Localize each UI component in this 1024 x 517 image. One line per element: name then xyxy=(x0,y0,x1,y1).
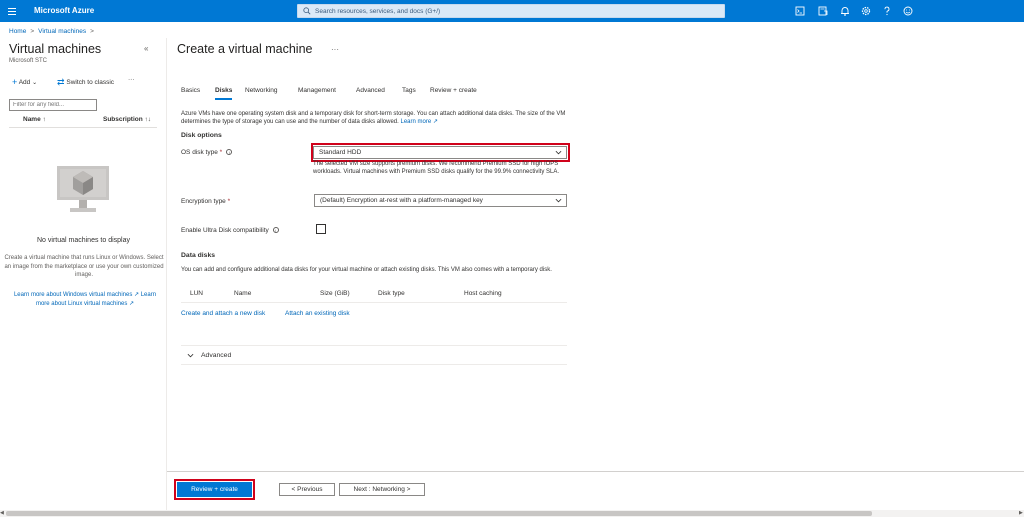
os-disk-type-value: Standard HDD xyxy=(319,149,362,156)
tab-tags[interactable]: Tags xyxy=(402,87,416,94)
breadcrumb: Home > Virtual machines > xyxy=(9,28,98,35)
info-icon[interactable]: i xyxy=(226,148,233,155)
advanced-section-toggle[interactable]: Advanced xyxy=(181,345,567,365)
page-more-button[interactable]: ··· xyxy=(331,45,339,54)
attach-existing-disk-link[interactable]: Attach an existing disk xyxy=(285,310,350,317)
plus-icon: + xyxy=(12,77,18,87)
external-link-icon: ↗ xyxy=(134,292,140,298)
tab-management[interactable]: Management xyxy=(298,87,336,94)
scroll-left-icon[interactable]: ◀ xyxy=(0,510,5,517)
collapse-pane-icon[interactable]: « xyxy=(144,44,148,53)
learn-linux-vm-link[interactable]: more about Linux virtual machines ↗ xyxy=(36,301,134,307)
data-disks-table-header: LUN Name Size (GiB) Disk type Host cachi… xyxy=(181,289,567,303)
learn-more-link[interactable]: Learn more ↗ xyxy=(400,119,437,125)
pane-title: Virtual machines xyxy=(9,42,102,56)
divider xyxy=(9,127,157,128)
advanced-section-label: Advanced xyxy=(201,352,232,359)
search-icon xyxy=(303,7,311,15)
column-lun: LUN xyxy=(190,290,204,297)
info-icon[interactable]: i xyxy=(272,226,279,233)
tab-advanced[interactable]: Advanced xyxy=(356,87,385,94)
external-link-icon: ↗ xyxy=(129,301,135,307)
column-subscription[interactable]: Subscription ↑↓ xyxy=(103,116,151,123)
breadcrumb-separator: > xyxy=(30,28,35,35)
next-networking-button[interactable]: Next : Networking > xyxy=(339,483,425,496)
breadcrumb-home[interactable]: Home xyxy=(9,28,26,35)
settings-icon[interactable] xyxy=(859,4,873,18)
os-disk-type-select[interactable]: Standard HDD xyxy=(313,146,567,159)
os-disk-type-label: OS disk type * i xyxy=(181,148,233,156)
external-link-icon: ↗ xyxy=(432,119,438,126)
virtual-machines-pane: Virtual machines Microsoft STC « + Add ⌄… xyxy=(0,38,167,510)
add-button[interactable]: + Add ⌄ xyxy=(12,76,38,87)
pane-subtitle: Microsoft STC xyxy=(9,58,48,64)
more-actions-button[interactable]: ··· xyxy=(128,76,135,83)
breadcrumb-virtual-machines[interactable]: Virtual machines xyxy=(38,28,86,35)
column-size: Size (GiB) xyxy=(320,290,350,297)
column-host-caching: Host caching xyxy=(464,290,502,297)
empty-state-description: Create a virtual machine that runs Linux… xyxy=(4,255,164,278)
ultra-disk-label: Enable Ultra Disk compatibility i xyxy=(181,226,279,234)
search-placeholder: Search resources, services, and docs (G+… xyxy=(315,8,441,15)
chevron-down-icon xyxy=(187,353,194,358)
page-title: Create a virtual machine xyxy=(177,42,313,56)
top-nav-bar: Microsoft Azure Search resources, servic… xyxy=(0,0,1024,22)
column-name[interactable]: Name ↑ xyxy=(23,116,46,123)
switch-to-classic-button[interactable]: ⇄ Switch to classic xyxy=(57,76,114,87)
chevron-down-icon xyxy=(555,150,562,155)
chevron-down-icon: ⌄ xyxy=(32,80,38,86)
encryption-type-value: (Default) Encryption at-rest with a plat… xyxy=(320,197,483,204)
disks-intro-text: Azure VMs have one operating system disk… xyxy=(181,111,566,126)
learn-linux-vm-link-start[interactable]: Learn xyxy=(141,292,156,298)
notifications-icon[interactable] xyxy=(838,4,852,18)
previous-button[interactable]: < Previous xyxy=(279,483,335,496)
empty-state-links: Learn more about Windows virtual machine… xyxy=(3,291,167,309)
tab-review-create[interactable]: Review + create xyxy=(430,87,477,94)
tab-networking[interactable]: Networking xyxy=(245,87,278,94)
virtual-machine-icon xyxy=(57,166,109,212)
review-create-button[interactable]: Review + create xyxy=(177,482,252,497)
chevron-down-icon xyxy=(555,198,562,203)
horizontal-scrollbar[interactable]: ◀ ▶ xyxy=(0,510,1024,517)
ultra-disk-checkbox[interactable] xyxy=(316,224,326,234)
column-disk-type: Disk type xyxy=(378,290,405,297)
filter-input[interactable] xyxy=(9,99,97,111)
help-icon[interactable] xyxy=(880,4,894,18)
directory-filter-icon[interactable] xyxy=(816,4,830,18)
data-disks-heading: Data disks xyxy=(181,252,216,259)
switch-arrows-icon: ⇄ xyxy=(57,77,65,87)
create-attach-disk-link[interactable]: Create and attach a new disk xyxy=(181,310,265,317)
global-search-input[interactable]: Search resources, services, and docs (G+… xyxy=(297,4,725,18)
portal-menu-icon[interactable] xyxy=(6,4,20,18)
empty-state-title: No virtual machines to display xyxy=(37,237,130,244)
cloud-shell-icon[interactable] xyxy=(793,4,807,18)
encryption-type-select[interactable]: (Default) Encryption at-rest with a plat… xyxy=(314,194,567,207)
tab-basics[interactable]: Basics xyxy=(181,87,200,94)
data-disks-description: You can add and configure additional dat… xyxy=(181,267,552,273)
tab-disks[interactable]: Disks xyxy=(215,87,233,100)
breadcrumb-separator: > xyxy=(90,28,94,35)
scroll-right-icon[interactable]: ▶ xyxy=(1019,510,1024,517)
encryption-type-label: Encryption type * xyxy=(181,198,231,205)
os-disk-type-hint: The selected VM size supports premium di… xyxy=(313,161,559,176)
disk-options-heading: Disk options xyxy=(181,132,222,139)
feedback-icon[interactable] xyxy=(901,4,915,18)
brand-label[interactable]: Microsoft Azure xyxy=(34,6,94,15)
scrollbar-thumb[interactable] xyxy=(6,511,872,516)
column-name: Name xyxy=(234,290,252,297)
learn-windows-vm-link[interactable]: Learn more about Windows virtual machine… xyxy=(14,292,139,298)
